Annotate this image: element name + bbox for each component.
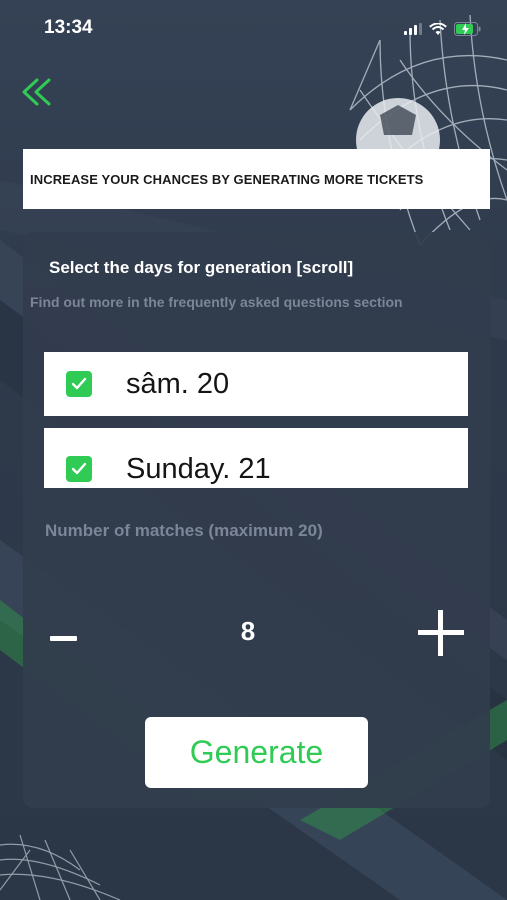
generate-label: Generate [189,734,324,770]
day-option-saturday[interactable]: sâm. 20 [44,352,468,416]
wifi-icon [429,22,447,35]
generation-panel: Select the days for generation [scroll] … [23,232,490,808]
matches-label: Number of matches (maximum 20) [45,521,323,540]
match-count-stepper: 8 [23,604,490,660]
day-checkbox[interactable] [66,456,92,482]
match-count-value: 8 [240,616,256,646]
double-chevron-left-icon [22,78,51,106]
faq-hint: Find out more in the frequently asked qu… [30,294,403,310]
checkmark-icon [71,462,87,475]
minus-icon [50,636,77,641]
panel-title: Select the days for generation [scroll] [49,258,354,277]
day-checkbox[interactable] [66,371,92,397]
status-bar: 13:34 [0,0,507,58]
day-label: sâm. 20 [126,367,230,400]
checkmark-icon [71,377,87,390]
day-option-sunday[interactable]: Sunday. 21 [44,428,468,488]
day-label: Sunday. 21 [126,452,271,485]
back-button[interactable] [18,74,58,110]
banner-text: INCREASE YOUR CHANCES BY GENERATING MORE… [30,171,424,187]
increment-button[interactable] [416,608,466,658]
generate-button[interactable]: Generate [145,717,368,788]
signal-icon [404,23,422,35]
decrement-button[interactable] [47,612,81,652]
promo-banner: INCREASE YOUR CHANCES BY GENERATING MORE… [23,149,490,209]
battery-charging-icon [454,22,481,36]
status-time: 13:34 [44,17,93,38]
status-icons [404,19,481,39]
